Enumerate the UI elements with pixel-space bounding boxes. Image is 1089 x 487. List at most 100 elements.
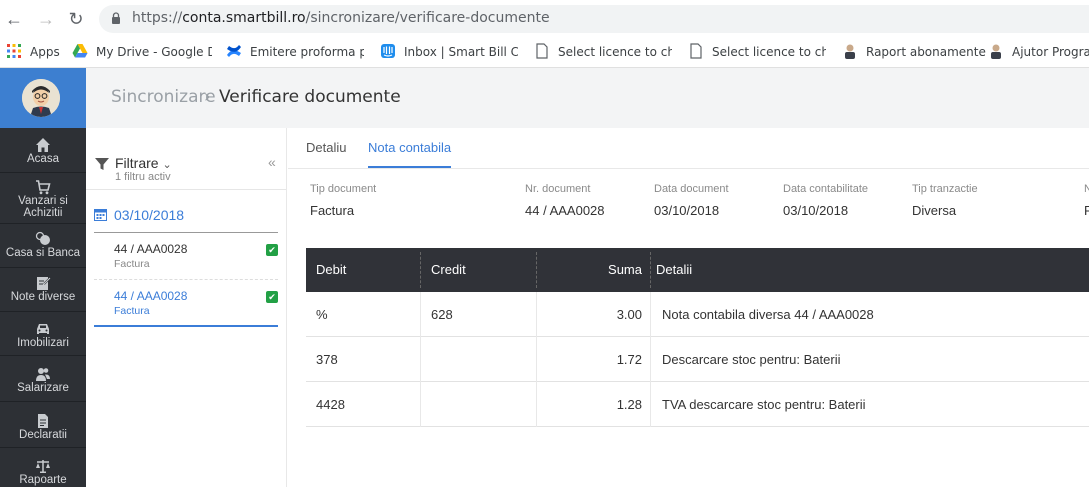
field-tip-tranzactie: Tip tranzactie Diversa bbox=[912, 183, 978, 218]
document-list-item-active[interactable]: 44 / AAA0028 Factura ✔ bbox=[94, 281, 278, 327]
app-sidebar: Acasa Vanzari si Achizitii Casa si Banca… bbox=[0, 68, 86, 487]
user-profile-area[interactable] bbox=[0, 68, 86, 128]
reload-icon[interactable]: ↻ bbox=[66, 9, 86, 29]
main-content: Detaliu Nota contabila Tip document Fact… bbox=[288, 128, 1089, 487]
bookmark-emitere-proforma[interactable]: Emitere proforma pe bbox=[226, 43, 364, 61]
cell-debit: % bbox=[316, 307, 328, 322]
bookmark-raport-abonamente[interactable]: Raport abonamente bbox=[842, 43, 986, 61]
intercom-icon bbox=[381, 44, 395, 58]
notes-icon bbox=[37, 277, 51, 290]
page-title: Verificare documente bbox=[219, 87, 401, 107]
address-bar[interactable]: https://conta.smartbill.ro/sincronizare/… bbox=[99, 5, 1089, 33]
page-header: Sincronizare › Verificare documente bbox=[86, 68, 1089, 128]
tab-detaliu[interactable]: Detaliu bbox=[306, 140, 346, 168]
column-separator bbox=[420, 292, 421, 337]
document-type: Factura bbox=[114, 258, 150, 270]
bookmark-google-drive[interactable]: My Drive - Google Dr bbox=[72, 43, 212, 61]
cell-detalii: Descarcare stoc pentru: Baterii bbox=[662, 352, 841, 367]
column-separator bbox=[420, 382, 421, 427]
field-data-contabilitate: Data contabilitate 03/10/2018 bbox=[783, 183, 868, 218]
avatar[interactable] bbox=[22, 79, 60, 117]
column-separator bbox=[650, 382, 651, 427]
table-row[interactable]: 4428 1.28 TVA descarcare stoc pentru: Ba… bbox=[306, 382, 1089, 427]
cell-detalii: TVA descarcare stoc pentru: Baterii bbox=[662, 397, 866, 412]
cell-debit: 4428 bbox=[316, 397, 345, 412]
check-icon: ✔ bbox=[266, 291, 278, 303]
column-separator bbox=[536, 252, 537, 288]
document-icon bbox=[38, 414, 48, 428]
forward-arrow-icon[interactable]: → bbox=[36, 9, 56, 29]
cell-suma: 1.28 bbox=[616, 397, 642, 412]
column-header-credit[interactable]: Credit bbox=[431, 248, 466, 292]
page-icon bbox=[690, 43, 702, 59]
cell-suma: 3.00 bbox=[616, 307, 642, 322]
chevron-right-icon: › bbox=[204, 87, 211, 107]
home-icon bbox=[36, 138, 50, 152]
calendar-icon bbox=[94, 209, 107, 221]
document-type: Factura bbox=[114, 305, 150, 317]
sidebar-item-casa-banca[interactable]: Casa si Banca bbox=[0, 224, 86, 268]
bookmark-apps[interactable]: Apps bbox=[6, 43, 60, 61]
cell-debit: 378 bbox=[316, 352, 338, 367]
filter-count: 1 filtru activ bbox=[115, 171, 171, 183]
document-number: 44 / AAA0028 bbox=[114, 242, 188, 256]
filter-toggle[interactable]: Filtrare ⌄ bbox=[115, 155, 172, 171]
field-nr-document: Nr. document 44 / AAA0028 bbox=[525, 183, 605, 218]
document-date: 03/10/2018 bbox=[114, 207, 185, 223]
sidebar-item-note-diverse[interactable]: Note diverse bbox=[0, 268, 86, 312]
sidebar-item-vanzari-achizitii[interactable]: Vanzari si Achizitii bbox=[0, 173, 86, 224]
document-list-item[interactable]: 44 / AAA0028 Factura ✔ bbox=[94, 234, 278, 280]
bookmark-select-licence-2[interactable]: Select licence to char bbox=[688, 43, 826, 61]
sidebar-item-acasa[interactable]: Acasa bbox=[0, 128, 86, 173]
sidebar-item-declaratii[interactable]: Declaratii bbox=[0, 402, 86, 448]
avatar-icon bbox=[991, 44, 1001, 59]
column-separator bbox=[650, 337, 651, 382]
column-header-debit[interactable]: Debit bbox=[316, 248, 346, 292]
users-icon bbox=[36, 368, 50, 381]
table-row[interactable]: 378 1.72 Descarcare stoc pentru: Baterii bbox=[306, 337, 1089, 382]
column-separator bbox=[650, 252, 651, 288]
google-drive-icon bbox=[72, 44, 88, 58]
bookmark-select-licence-1[interactable]: Select licence to char bbox=[534, 43, 672, 61]
sidebar-item-rapoarte[interactable]: Rapoarte bbox=[0, 448, 86, 487]
apps-grid-icon bbox=[7, 44, 21, 58]
bookmarks-bar: Apps My Drive - Google Dr Emitere profor… bbox=[0, 37, 1089, 68]
divider bbox=[86, 189, 286, 190]
back-arrow-icon[interactable]: ← bbox=[4, 9, 24, 29]
collapse-panel-icon[interactable]: « bbox=[268, 154, 276, 170]
coins-icon bbox=[35, 231, 50, 245]
cell-detalii: Nota contabila diversa 44 / AAA0028 bbox=[662, 307, 874, 322]
bookmark-ajutor-program[interactable]: Ajutor Program bbox=[988, 43, 1089, 61]
cart-icon bbox=[36, 180, 51, 195]
column-separator bbox=[536, 337, 537, 382]
divider bbox=[94, 232, 278, 233]
avatar-icon bbox=[845, 44, 855, 59]
documents-panel: Filtrare ⌄ 1 filtru activ « 03/10/2018 4… bbox=[86, 128, 287, 487]
chevron-down-icon: ⌄ bbox=[162, 159, 172, 171]
scale-icon bbox=[36, 460, 50, 473]
column-separator bbox=[650, 292, 651, 337]
column-header-suma[interactable]: Suma bbox=[576, 248, 642, 292]
browser-toolbar: ← → ↻ https://conta.smartbill.ro/sincron… bbox=[0, 0, 1089, 37]
bookmark-inbox[interactable]: Inbox | Smart Bill Co bbox=[380, 43, 518, 61]
confluence-icon bbox=[227, 45, 241, 57]
sidebar-item-imobilizari[interactable]: Imobilizari bbox=[0, 312, 86, 356]
table-row[interactable]: % 628 3.00 Nota contabila diversa 44 / A… bbox=[306, 292, 1089, 337]
avatar-icon bbox=[22, 79, 60, 117]
field-data-document: Data document 03/10/2018 bbox=[654, 183, 729, 218]
column-separator bbox=[536, 382, 537, 427]
field-truncated: N R bbox=[1084, 183, 1089, 218]
table-header: Debit Credit Suma Detalii bbox=[306, 248, 1089, 292]
column-header-detalii[interactable]: Detalii bbox=[656, 248, 692, 292]
column-separator bbox=[420, 252, 421, 288]
tabs-divider bbox=[288, 168, 1089, 169]
filter-icon[interactable] bbox=[94, 156, 110, 172]
document-number: 44 / AAA0028 bbox=[114, 289, 188, 303]
cell-credit: 628 bbox=[431, 307, 453, 322]
column-separator bbox=[420, 337, 421, 382]
url-text: https://conta.smartbill.ro/sincronizare/… bbox=[132, 10, 550, 26]
sidebar-item-salarizare[interactable]: Salarizare bbox=[0, 356, 86, 402]
column-separator bbox=[536, 292, 537, 337]
tab-nota-contabila[interactable]: Nota contabila bbox=[368, 140, 452, 168]
breadcrumb-parent[interactable]: Sincronizare bbox=[111, 87, 216, 107]
